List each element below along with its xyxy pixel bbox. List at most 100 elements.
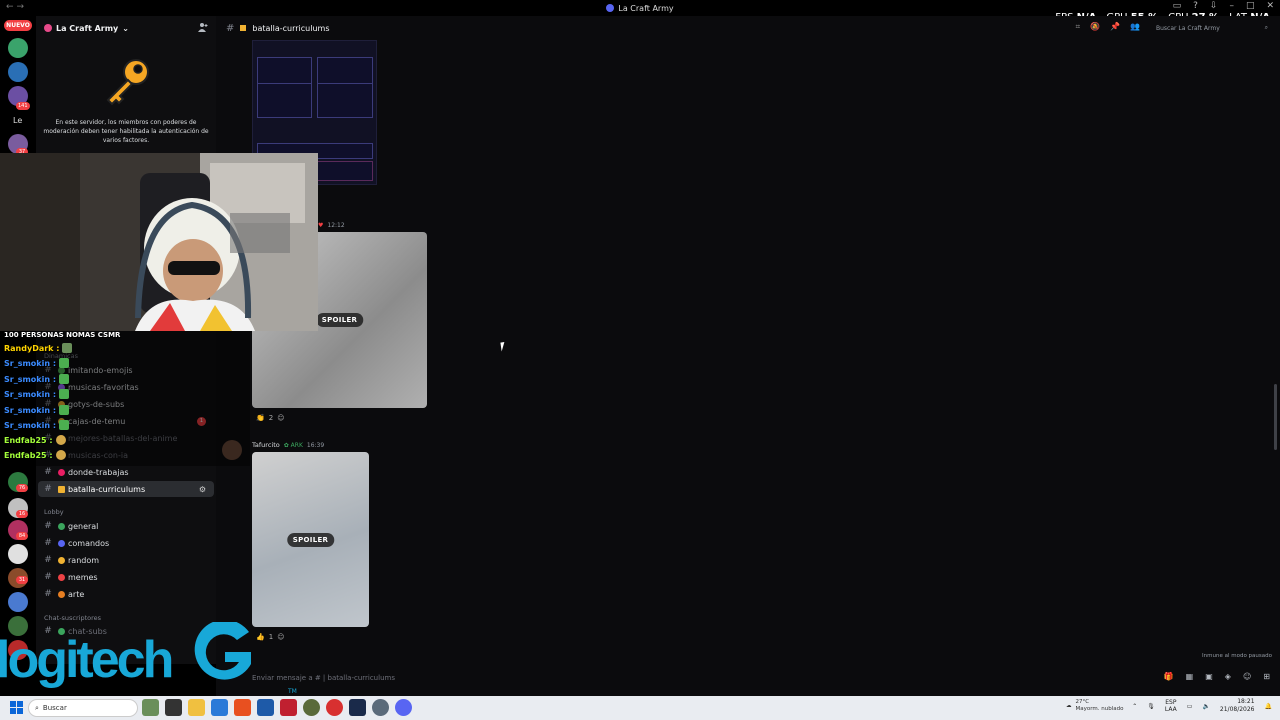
hash-icon: #: [44, 572, 52, 582]
stream-chat-line: Sr_smokin :: [4, 405, 70, 415]
minimize-button[interactable]: –: [1229, 1, 1234, 11]
brave-icon[interactable]: [234, 699, 251, 716]
add-reaction-icon[interactable]: ☺: [277, 633, 284, 641]
reaction[interactable]: 👏 2 ☺: [256, 414, 285, 422]
app-icon[interactable]: [303, 699, 320, 716]
settings-icon[interactable]: [372, 699, 389, 716]
emote-icon: [59, 405, 70, 415]
trademark-label: TM: [288, 688, 297, 695]
channel-emoji-icon: [58, 485, 65, 493]
reaction-count: 2: [268, 414, 274, 422]
composer-placeholder: Enviar mensaje a # | batalla-curriculums: [252, 674, 395, 682]
logitech-wordmark: logitech: [0, 631, 174, 689]
channel-memes[interactable]: # memes: [38, 569, 214, 585]
activity-icon[interactable]: ⊞: [1263, 672, 1270, 681]
hash-icon: #: [44, 555, 52, 565]
pin-icon[interactable]: 📌: [1110, 22, 1120, 32]
channel-settings-icon[interactable]: ⚙: [199, 485, 206, 494]
server-initials[interactable]: Le: [13, 116, 22, 125]
server-icon[interactable]: [8, 62, 28, 82]
message-time: 12:12: [327, 222, 345, 229]
notification-bell-icon[interactable]: 🔔: [1265, 703, 1272, 710]
task-view-icon[interactable]: [165, 699, 182, 716]
stream-chat-line: Sr_smokin :: [4, 358, 70, 368]
microphone-icon[interactable]: 🎙: [1147, 703, 1155, 710]
reaction[interactable]: 👍 1 ☺: [256, 633, 285, 641]
emoji-icon[interactable]: ☺: [1243, 672, 1251, 681]
category-chat-suscriptores[interactable]: Chat-suscriptores: [44, 614, 101, 622]
add-reaction-icon[interactable]: ☺: [277, 414, 284, 422]
tray-chevron-icon[interactable]: ⌃: [1132, 703, 1137, 710]
close-button[interactable]: ✕: [1266, 1, 1274, 11]
channel-arte[interactable]: # arte: [38, 586, 214, 602]
stream-chat-line: RandyDark :: [4, 343, 73, 353]
channel-emoji-icon: [58, 522, 65, 530]
invite-icon[interactable]: [198, 22, 208, 35]
volume-icon[interactable]: 🔈: [1202, 703, 1209, 710]
spoiler-image[interactable]: SPOILER: [252, 452, 369, 627]
message-composer[interactable]: Enviar mensaje a # | batalla-curriculums: [246, 668, 1186, 688]
hash-icon: #: [44, 538, 52, 548]
language-indicator[interactable]: ESP LAA: [1165, 699, 1177, 713]
help-icon[interactable]: ?: [1193, 1, 1198, 11]
channel-emoji-icon: [58, 539, 65, 547]
chrome-icon[interactable]: [326, 699, 343, 716]
channel-comandos[interactable]: # comandos: [38, 535, 214, 551]
channel-donde-trabajas[interactable]: # donde-trabajas: [38, 464, 214, 480]
server-icon[interactable]: [8, 38, 28, 58]
scrollbar[interactable]: [1274, 384, 1277, 450]
key-icon: [106, 59, 149, 106]
history-nav[interactable]: ←→: [6, 2, 27, 12]
maximize-button[interactable]: □: [1246, 1, 1255, 11]
image-card: [317, 83, 373, 118]
channel-label: general: [68, 521, 99, 531]
file-explorer-icon[interactable]: [188, 699, 205, 716]
stream-chat-line: Endfab25 :: [4, 450, 66, 460]
category-lobby[interactable]: Lobby: [44, 508, 64, 516]
window-title-text: La Craft Army: [618, 3, 674, 13]
windows-start-icon[interactable]: [10, 701, 23, 714]
taskbar-search[interactable]: ⌕ Buscar: [28, 699, 138, 717]
widget-icon[interactable]: [142, 699, 159, 716]
stream-chat-line: Sr_smokin :: [4, 420, 70, 430]
server-icon[interactable]: [8, 592, 28, 612]
steam-icon[interactable]: [349, 699, 366, 716]
edge-icon[interactable]: [211, 699, 228, 716]
app-icon[interactable]: [280, 699, 297, 716]
discord-icon[interactable]: [395, 699, 412, 716]
channel-batalla-curriculums[interactable]: # batalla-curriculums ⚙: [38, 481, 214, 497]
download-icon[interactable]: ⇩: [1210, 1, 1218, 11]
threads-icon[interactable]: ⌗: [1076, 22, 1081, 32]
server-header[interactable]: La Craft Army ⌄: [36, 16, 216, 40]
hash-icon: #: [44, 521, 52, 531]
members-icon[interactable]: 👥: [1130, 22, 1140, 32]
clock[interactable]: 18:21 21/08/2026: [1220, 698, 1255, 714]
notification-icon[interactable]: 🔕: [1090, 22, 1100, 32]
sticker-icon[interactable]: ▣: [1205, 672, 1213, 681]
spoiler-label: SPOILER: [286, 532, 335, 547]
gif-icon[interactable]: ▦: [1186, 672, 1194, 681]
weather-widget[interactable]: ☁ 27°C Mayorm. nublado: [1066, 699, 1123, 713]
app-icon[interactable]: [257, 699, 274, 716]
window-controls: ▭ ? ⇩ – □ ✕: [1173, 1, 1274, 11]
channel-general[interactable]: # general: [38, 518, 214, 534]
spoiler-label: SPOILER: [315, 313, 364, 327]
apps-icon[interactable]: ◈: [1225, 672, 1231, 681]
new-badge[interactable]: NUEVO: [4, 20, 32, 31]
message-meta: ♥ 12:12: [318, 222, 345, 229]
hash-icon: #: [44, 467, 52, 477]
mfa-text: En este servidor, los miembros con poder…: [43, 119, 209, 144]
window-title: La Craft Army: [606, 3, 674, 13]
channel-emoji-icon: [58, 573, 65, 581]
message-author[interactable]: Tafurcito: [252, 441, 280, 449]
app-icon: [606, 4, 615, 12]
system-tray: ⌃ 🎙 ESP LAA ▭ 🔈 18:21 21/08/2026 🔔: [1132, 698, 1272, 714]
logitech-g-icon: [195, 622, 252, 680]
gift-icon[interactable]: 🎁: [1164, 672, 1174, 681]
search-input[interactable]: Buscar La Craft Army ⌕: [1152, 22, 1272, 34]
inbox-icon[interactable]: ▭: [1173, 1, 1182, 11]
channel-random[interactable]: # random: [38, 552, 214, 568]
image-card: [317, 57, 373, 85]
server-icon[interactable]: [8, 544, 28, 564]
network-icon[interactable]: ▭: [1187, 703, 1193, 710]
